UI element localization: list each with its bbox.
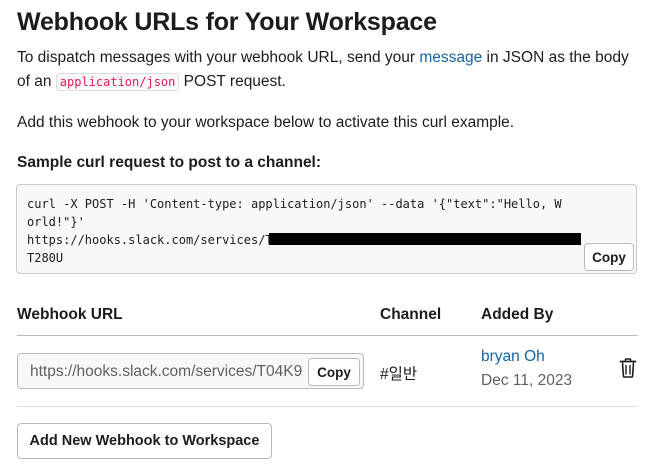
trash-icon[interactable] [619, 358, 637, 378]
page-title: Webhook URLs for Your Workspace [17, 8, 437, 36]
add-new-webhook-button[interactable]: Add New Webhook to Workspace [17, 423, 272, 459]
table-header-divider [17, 335, 638, 336]
redacted-url-bar [269, 233, 581, 245]
intro-text-start: To dispatch messages with your webhook U… [17, 49, 420, 66]
sample-curl-heading: Sample curl request to post to a channel… [17, 154, 322, 171]
column-header-channel: Channel [380, 306, 442, 323]
webhook-url-field[interactable]: https://hooks.slack.com/services/T04K9 C… [17, 353, 364, 389]
copy-curl-button[interactable]: Copy [584, 243, 634, 271]
copy-webhook-url-button[interactable]: Copy [308, 358, 360, 386]
webhook-channel: #일반 [380, 366, 418, 383]
added-date: Dec 11, 2023 [481, 372, 573, 389]
table-row-divider [17, 406, 638, 407]
column-header-added-by: Added By [481, 306, 554, 323]
content-type-code: application/json [55, 73, 180, 91]
message-link[interactable]: message [419, 49, 482, 66]
column-header-webhook-url: Webhook URL [17, 306, 123, 323]
add-webhook-hint: Add this webhook to your workspace below… [17, 114, 515, 131]
added-by-user-link[interactable]: bryan Oh [481, 348, 545, 366]
sample-curl-code: curl -X POST -H 'Content-type: applicati… [27, 197, 562, 265]
intro-text: To dispatch messages with your webhook U… [17, 46, 637, 94]
intro-text-end: POST request. [179, 73, 286, 90]
webhook-url-value[interactable]: https://hooks.slack.com/services/T04K9 [30, 363, 302, 381]
sample-curl-code-block: curl -X POST -H 'Content-type: applicati… [16, 184, 637, 274]
